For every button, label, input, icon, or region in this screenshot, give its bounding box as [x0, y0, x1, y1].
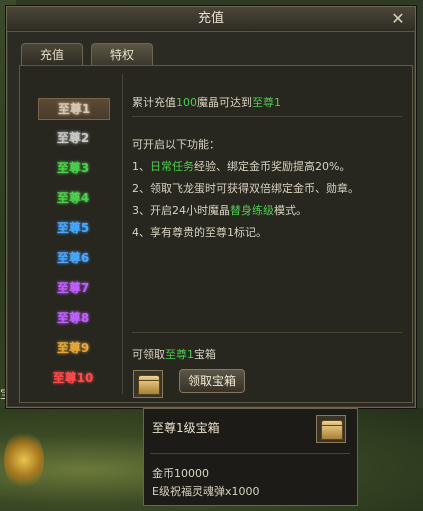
tier-item-1[interactable]: 至尊1	[38, 98, 110, 120]
tier-item-4[interactable]: 至尊4	[38, 188, 108, 208]
tooltip-chest-icon	[316, 415, 346, 443]
tooltip-gold: 金币10000	[152, 467, 209, 480]
close-icon[interactable]: ✕	[389, 10, 407, 28]
tier-item-5[interactable]: 至尊5	[38, 218, 108, 238]
reward-label: 可领取至尊1宝箱	[132, 346, 216, 362]
claim-chest-button[interactable]: 领取宝箱	[179, 369, 245, 393]
summary-amount: 100	[176, 96, 197, 109]
feature-3-suffix: 模式。	[274, 204, 307, 217]
reward-suffix: 宝箱	[194, 348, 216, 361]
reward-tier: 至尊1	[165, 348, 194, 361]
tab-privilege[interactable]: 特权	[91, 43, 153, 66]
tooltip-chest-body	[321, 425, 343, 440]
recharge-window: 充值 ✕ 充值 特权 至尊1 至尊2 至尊3 至尊4 至尊5 至尊6 至尊7 至…	[6, 6, 416, 408]
panel-divider	[122, 74, 123, 394]
window-titlebar: 充值 ✕	[7, 7, 415, 32]
tier-item-9[interactable]: 至尊9	[38, 338, 108, 358]
tier-item-6[interactable]: 至尊6	[38, 248, 108, 268]
reward-divider	[132, 332, 402, 333]
tooltip-item: E级祝福灵魂弹x1000	[152, 485, 260, 498]
feature-item-2: 2、领取飞龙蛋时可获得双倍绑定金币、勋章。	[132, 182, 359, 195]
tooltip-title: 至尊1级宝箱	[152, 421, 220, 435]
window-title: 充值	[197, 11, 224, 26]
tier-item-2[interactable]: 至尊2	[38, 128, 108, 148]
summary-tier: 至尊1	[252, 96, 281, 109]
feature-1-highlight: 日常任务	[150, 160, 194, 173]
recharge-summary: 累计充值100魔晶可达到至尊1	[132, 94, 281, 110]
chest-body	[138, 380, 160, 395]
reward-prefix: 可领取	[132, 348, 165, 361]
features-heading: 可开启以下功能：	[132, 138, 220, 151]
tab-recharge[interactable]: 充值	[21, 43, 83, 66]
tier-item-3[interactable]: 至尊3	[38, 158, 108, 178]
feature-item-1: 1、日常任务经验、绑定金币奖励提高20%。	[132, 158, 350, 174]
feature-3-prefix: 3、开启24小时魔晶	[132, 204, 230, 217]
feature-3-highlight: 替身练级	[230, 204, 274, 217]
feature-item-3: 3、开启24小时魔晶替身练级模式。	[132, 202, 307, 218]
summary-divider	[132, 116, 402, 117]
tooltip-divider	[150, 453, 350, 454]
feature-1-prefix: 1、	[132, 160, 150, 173]
gold-treasure-decoration	[4, 430, 44, 490]
summary-middle: 魔晶可达到	[197, 96, 252, 109]
feature-1-suffix: 经验、绑定金币奖励提高20%。	[194, 160, 351, 173]
feature-item-4: 4、享有尊贵的至尊1标记。	[132, 226, 267, 239]
tier-item-7[interactable]: 至尊7	[38, 278, 108, 298]
chest-tooltip: 至尊1级宝箱 金币10000 E级祝福灵魂弹x1000	[143, 408, 358, 506]
tier-item-10[interactable]: 至尊10	[38, 368, 108, 388]
privilege-panel: 至尊1 至尊2 至尊3 至尊4 至尊5 至尊6 至尊7 至尊8 至尊9 至尊10…	[19, 65, 413, 403]
tier-item-8[interactable]: 至尊8	[38, 308, 108, 328]
treasure-chest-icon[interactable]	[133, 370, 163, 398]
summary-prefix: 累计充值	[132, 96, 176, 109]
